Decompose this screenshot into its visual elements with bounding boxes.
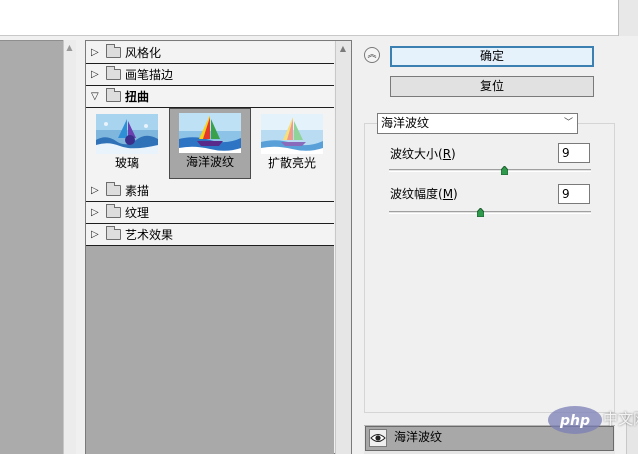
eye-icon[interactable]: [369, 429, 387, 447]
expand-triangle-icon[interactable]: ▷: [91, 69, 99, 81]
thumbnail-ocean-ripple[interactable]: 海洋波纹: [169, 108, 251, 179]
scroll-up-arrow-icon[interactable]: ▲: [64, 43, 75, 53]
effect-layer-label: 海洋波纹: [394, 430, 443, 444]
thumbnail-glass[interactable]: 玻璃: [91, 109, 163, 177]
watermark-text: 中文网: [603, 410, 638, 428]
ripple-size-slider-thumb[interactable]: [501, 166, 508, 175]
ripple-size-label: 波纹大小(R): [390, 147, 456, 161]
ripple-magnitude-label: 波纹幅度(M): [390, 187, 458, 201]
category-texture[interactable]: ▷ 纹理: [86, 202, 334, 224]
filter-select-value: 海洋波纹: [381, 116, 430, 130]
filter-select[interactable]: 海洋波纹 ﹀: [377, 113, 578, 134]
reset-button[interactable]: 复位: [390, 76, 594, 97]
category-label: 艺术效果: [125, 228, 174, 242]
ripple-size-input[interactable]: 9: [558, 143, 590, 163]
top-right-edge: [618, 0, 638, 36]
folder-icon: [106, 66, 121, 80]
folder-icon: [106, 182, 121, 196]
ripple-magnitude-slider[interactable]: [389, 211, 591, 214]
expand-triangle-icon[interactable]: ▷: [91, 47, 99, 59]
ripple-magnitude-slider-thumb[interactable]: [477, 208, 484, 217]
thumbnail-label: 扩散亮光: [267, 156, 316, 170]
category-brush-strokes[interactable]: ▷ 画笔描边: [86, 64, 334, 86]
thumbnail-diffuse-glow[interactable]: 扩散亮光: [256, 109, 328, 177]
expand-triangle-icon[interactable]: ▷: [91, 207, 99, 219]
folder-open-icon: [106, 88, 121, 102]
expand-triangle-icon[interactable]: ▷: [91, 229, 99, 241]
glass-thumbnail-image: [96, 114, 158, 154]
category-sketch[interactable]: ▷ 素描: [86, 180, 334, 202]
category-label: 素描: [125, 184, 150, 198]
expand-triangle-icon[interactable]: ▷: [91, 185, 99, 197]
thumbnail-label: 海洋波纹: [185, 155, 234, 169]
ok-button[interactable]: 确定: [390, 46, 594, 67]
filter-settings-frame: [364, 123, 615, 413]
category-artistic[interactable]: ▷ 艺术效果: [86, 224, 334, 246]
category-distort[interactable]: ▽ 扭曲: [86, 86, 334, 108]
ripple-magnitude-input[interactable]: 9: [558, 184, 590, 204]
preview-canvas[interactable]: [0, 40, 63, 454]
thumbnail-label: 玻璃: [114, 156, 139, 170]
category-label: 纹理: [125, 206, 150, 220]
preview-scrollbar[interactable]: [63, 40, 76, 454]
collapse-gallery-icon[interactable]: ︽: [364, 47, 380, 63]
folder-icon: [106, 204, 121, 218]
folder-icon: [106, 44, 121, 58]
ocean-ripple-thumbnail-image: [179, 113, 241, 153]
collapse-triangle-icon[interactable]: ▽: [91, 91, 99, 103]
dialog-top-strip: [0, 0, 638, 36]
chevron-down-icon[interactable]: ﹀: [564, 114, 573, 133]
folder-icon: [106, 226, 121, 240]
category-label: 画笔描边: [125, 68, 174, 82]
logo-text: php: [559, 413, 590, 429]
gallery-scrollbar[interactable]: [335, 41, 351, 454]
diffuse-glow-thumbnail-image: [261, 114, 323, 154]
category-stylize[interactable]: ▷ 风格化: [86, 42, 334, 64]
php-watermark-logo: php 中文网: [547, 405, 638, 437]
category-label: 扭曲: [125, 90, 150, 104]
gallery-empty-area: [86, 246, 334, 454]
scroll-up-arrow-icon[interactable]: ▲: [336, 44, 350, 54]
ripple-size-slider[interactable]: [389, 169, 591, 172]
category-label: 风格化: [125, 46, 162, 60]
